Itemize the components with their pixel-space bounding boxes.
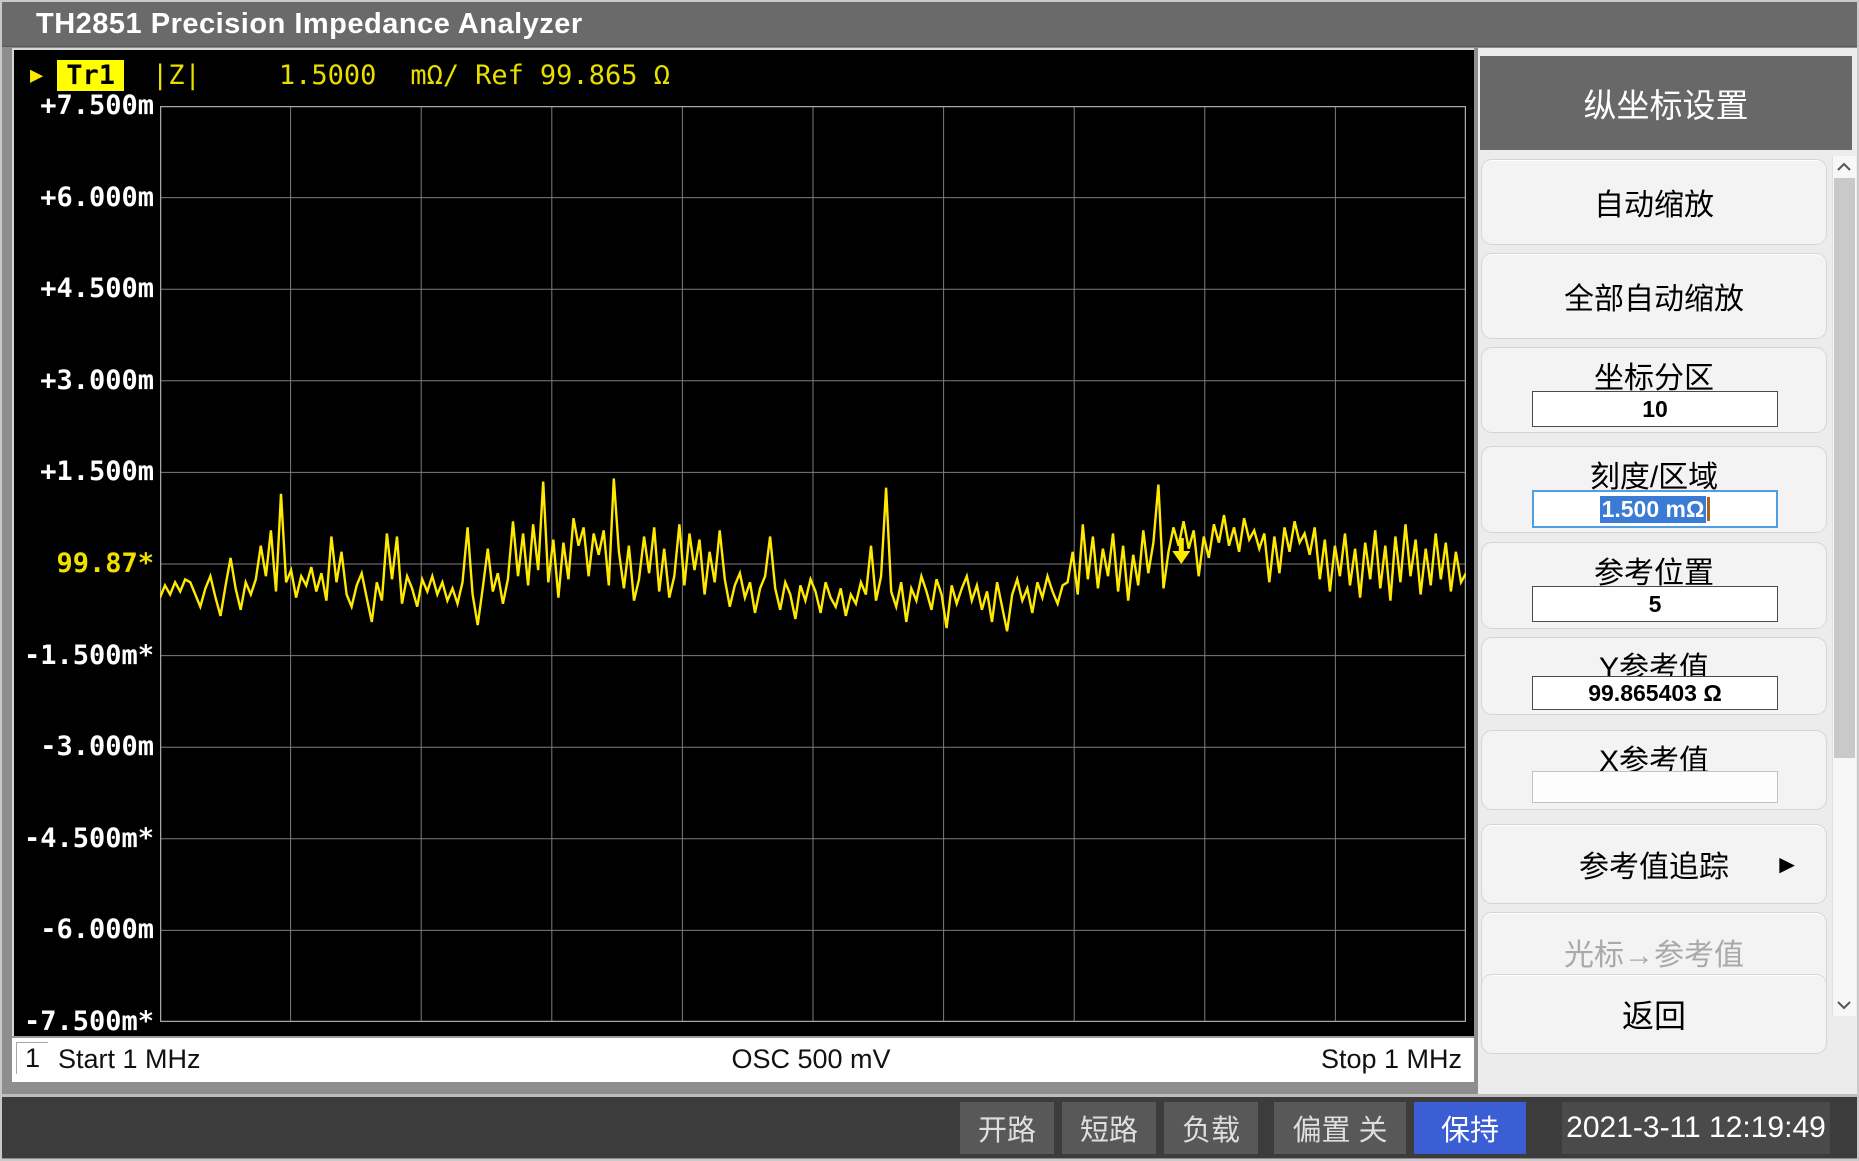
y-axis-tick-label: -6.000m: [16, 915, 154, 945]
scroll-up-icon[interactable]: [1835, 160, 1853, 174]
hold-button[interactable]: 保持: [1414, 1102, 1526, 1154]
short-correction-button[interactable]: 短路: [1062, 1102, 1156, 1154]
y-axis-tick-label: -3.000m: [16, 732, 154, 762]
text-caret: [1707, 497, 1710, 521]
y-axis-reference-label: 99.87*: [16, 549, 154, 579]
y-axis-tick-label: -4.500m*: [16, 824, 154, 854]
load-correction-button[interactable]: 负载: [1164, 1102, 1258, 1154]
sweep-status-row: 1 Start 1 MHz OSC 500 mV Stop 1 MHz: [12, 1036, 1474, 1082]
y-reference-group[interactable]: Y参考值 99.865403 Ω: [1481, 637, 1827, 715]
window-title: TH2851 Precision Impedance Analyzer: [36, 8, 583, 41]
datetime-display: 2021-3-11 12:19:49: [1562, 1102, 1830, 1154]
x-reference-group[interactable]: X参考值: [1481, 730, 1827, 810]
sweep-stop-label: Stop 1 MHz: [1321, 1044, 1462, 1075]
y-axis-tick-label: +7.500m: [16, 91, 154, 121]
x-reference-input[interactable]: [1532, 771, 1778, 803]
channel-indicator: 1: [16, 1042, 48, 1074]
y-axis-tick-label: +4.500m: [16, 274, 154, 304]
divisions-input[interactable]: 10: [1532, 391, 1778, 427]
trace-scale-value: 1.5000: [279, 60, 377, 91]
osc-level-label: OSC 500 mV: [158, 1044, 1464, 1075]
y-axis-tick-label: +6.000m: [16, 183, 154, 213]
sidebar-scrollbar[interactable]: [1832, 156, 1856, 1016]
reference-tracking-label: 参考值追踪: [1579, 842, 1729, 886]
scale-per-division-group[interactable]: 刻度/区域 1.500 mΩ: [1481, 446, 1827, 533]
vertical-axis-settings-panel: 纵坐标设置 自动缩放 全部自动缩放 坐标分区 10 刻度/区域 1.500 mΩ…: [1478, 48, 1859, 1094]
trace-tab-tr1[interactable]: Tr1: [57, 60, 124, 91]
app-window: TH2851 Precision Impedance Analyzer ▶ Tr…: [0, 0, 1859, 1161]
reference-position-input[interactable]: 5: [1532, 586, 1778, 622]
divisions-group[interactable]: 坐标分区 10: [1481, 347, 1827, 433]
plot-area: ▶ Tr1 |Z| 1.5000 mΩ/ Ref 99.865 Ω +7.500…: [12, 48, 1474, 1036]
auto-scale-all-button[interactable]: 全部自动缩放: [1481, 253, 1827, 339]
trace-parameter: |Z|: [152, 60, 201, 91]
scrollbar-thumb[interactable]: [1834, 178, 1855, 758]
reference-tracking-button[interactable]: 参考值追踪 ►: [1481, 824, 1827, 904]
trace-header: ▶ Tr1 |Z| 1.5000 mΩ/ Ref 99.865 Ω: [14, 58, 670, 92]
scale-per-division-input[interactable]: 1.500 mΩ: [1532, 490, 1778, 528]
open-correction-button[interactable]: 开路: [960, 1102, 1054, 1154]
y-axis-tick-label: -7.500m*: [16, 1007, 154, 1037]
trace-scale-unit: mΩ/: [410, 60, 459, 91]
reference-position-group[interactable]: 参考位置 5: [1481, 542, 1827, 629]
auto-scale-button[interactable]: 自动缩放: [1481, 159, 1827, 245]
trace-ref-value: 99.865 Ω: [540, 60, 670, 91]
selected-input-text: 1.500 mΩ: [1600, 496, 1707, 523]
bias-off-button[interactable]: 偏置 关: [1274, 1102, 1406, 1154]
y-axis-tick-label: +1.500m: [16, 457, 154, 487]
y-axis-tick-label: +3.000m: [16, 366, 154, 396]
measurement-grid: [160, 106, 1466, 1022]
scroll-down-icon[interactable]: [1835, 998, 1853, 1012]
y-axis-tick-label: -1.500m*: [16, 641, 154, 671]
submenu-arrow-icon: ►: [1774, 849, 1800, 880]
bottom-toolbar: 开路 短路 负载 偏置 关 保持 2021-3-11 12:19:49: [2, 1094, 1859, 1158]
active-trace-arrow-icon: ▶: [30, 63, 43, 88]
sidebar-title: 纵坐标设置: [1480, 56, 1852, 150]
trace-ref-label: Ref: [475, 60, 524, 91]
y-reference-input[interactable]: 99.865403 Ω: [1532, 676, 1778, 710]
title-bar: TH2851 Precision Impedance Analyzer: [2, 2, 1857, 47]
back-button[interactable]: 返回: [1481, 974, 1827, 1054]
